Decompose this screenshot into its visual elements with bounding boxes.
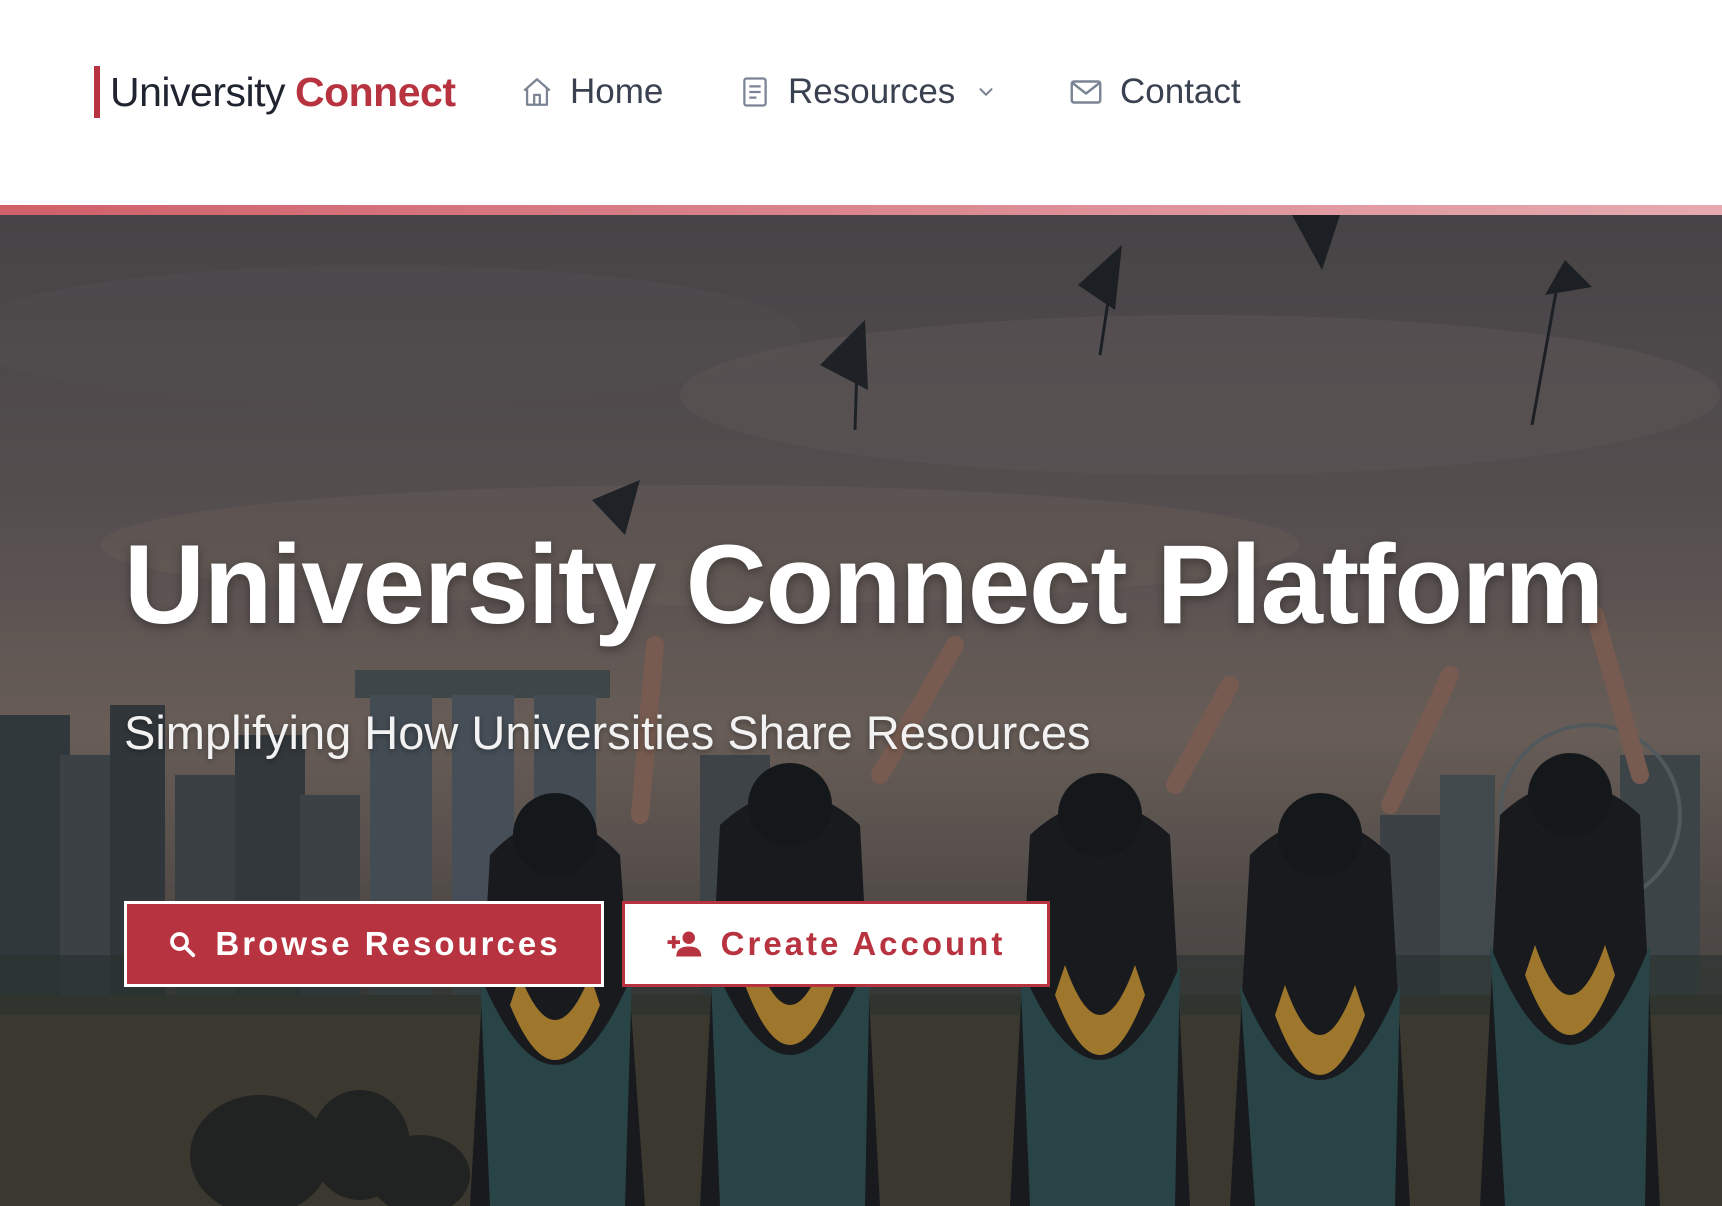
nav-item-home[interactable]: Home [520,66,663,118]
create-account-button[interactable]: Create Account [622,901,1050,987]
brand-logo[interactable]: University Connect [94,66,456,118]
nav-item-contact[interactable]: Contact [1068,66,1241,118]
hero-section: University Connect Platform Simplifying … [0,215,1722,1206]
mail-icon [1070,80,1102,104]
document-icon [743,77,767,107]
hero-subtitle: Simplifying How Universities Share Resou… [124,706,1091,759]
add-user-icon [667,931,701,957]
brand-accent-text: Connect [294,68,456,115]
home-icon [523,78,551,106]
nav-accent-strip [0,205,1722,215]
search-icon [170,932,196,958]
top-navbar: University Connect Home Resources Contac… [0,0,1722,205]
chevron-down-icon[interactable] [975,81,997,103]
nav-item-home-label: Home [570,72,664,111]
brand-primary-text: University [110,68,285,115]
browse-resources-label: Browse Resources [215,925,561,962]
nav-item-contact-label: Contact [1120,72,1241,111]
browse-resources-button[interactable]: Browse Resources [124,901,604,987]
nav-item-resources[interactable]: Resources [738,66,997,118]
create-account-label: Create Account [720,925,1006,962]
nav-item-resources-label: Resources [788,72,956,111]
hero-title: University Connect Platform [124,522,1604,647]
